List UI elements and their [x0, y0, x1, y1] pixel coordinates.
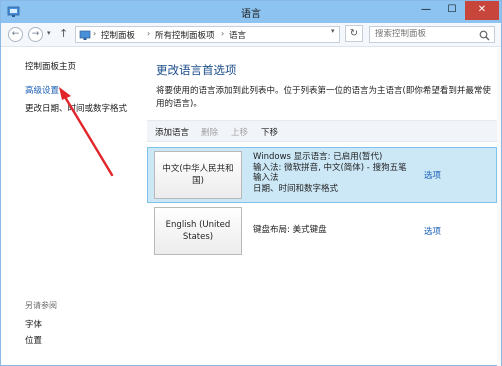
language-row-chinese[interactable]: 中文(中华人民共和国) Windows 显示语言: 已启用(暂代) 输入法: 微… [147, 147, 497, 203]
recent-pages-dropdown[interactable]: ▾ [47, 29, 51, 37]
breadcrumb-separator: › [221, 29, 225, 38]
refresh-button[interactable]: ↻ [345, 25, 363, 42]
address-box[interactable]: › 控制面板 › 所有控制面板项 › 语言 [75, 26, 340, 43]
input-method-info: 输入法: 微软拼音, 中文(简体) - 搜狗五笔 [253, 162, 407, 173]
location-link[interactable]: 位置 [25, 334, 42, 346]
breadcrumb-separator: › [147, 29, 151, 38]
maximize-button[interactable]: ☐ [439, 1, 465, 20]
breadcrumb-all-items[interactable]: 所有控制面板项 [155, 29, 215, 41]
display-language-status: Windows 显示语言: 已启用(暂代) [253, 152, 383, 162]
language-row-english[interactable]: English (United States) 键盘布局: 美式键盘 选项 [147, 203, 497, 259]
breadcrumb-separator: › [93, 29, 97, 38]
control-panel-window: 语言 — ☐ ✕ ← → ▾ ↑ › 控制面板 › 所有控制面板项 › 语言 ▾… [0, 0, 502, 366]
up-button[interactable]: ↑ [59, 27, 68, 40]
move-up-button[interactable]: 上移 [231, 126, 248, 138]
back-button[interactable]: ← [8, 27, 23, 42]
options-link[interactable]: 选项 [424, 225, 441, 237]
control-panel-home-link[interactable]: 控制面板主页 [25, 60, 76, 72]
title-bar[interactable]: 语言 — ☐ ✕ [1, 1, 501, 23]
page-description: 将要使用的语言添加到此列表中。位于列表第一位的语言为主语言(即你希望看到并最常使… [156, 86, 491, 109]
language-details: 键盘布局: 美式键盘 [253, 225, 327, 236]
page-title: 更改语言首选项 [156, 63, 237, 77]
search-box[interactable] [369, 26, 495, 43]
close-button[interactable]: ✕ [465, 1, 499, 20]
window-edge [497, 48, 501, 366]
date-format-info: 日期、时间和数字格式 [253, 183, 339, 194]
keyboard-layout-info: 键盘布局: 美式键盘 [253, 225, 327, 235]
control-panel-icon [79, 30, 91, 40]
language-toolbar: 添加语言 删除 上移 下移 [147, 120, 501, 142]
add-language-button[interactable]: 添加语言 [155, 126, 189, 138]
minimize-button[interactable]: — [413, 1, 439, 20]
options-link[interactable]: 选项 [424, 169, 441, 181]
see-also-heading: 另请参阅 [25, 301, 57, 310]
search-icon [479, 30, 490, 41]
delete-button[interactable]: 删除 [201, 126, 218, 138]
language-details: Windows 显示语言: 已启用(暂代) 输入法: 微软拼音, 中文(简体) … [253, 152, 407, 194]
search-input[interactable] [375, 29, 471, 39]
language-name-tile[interactable]: 中文(中华人民共和国) [154, 151, 242, 199]
advanced-settings-link[interactable]: 高级设置 [25, 84, 59, 96]
annotation-arrow-icon [59, 87, 114, 177]
language-name-tile[interactable]: English (United States) [154, 207, 242, 255]
address-dropdown[interactable]: ▾ [331, 27, 335, 35]
fonts-link[interactable]: 字体 [25, 318, 42, 330]
forward-button[interactable]: → [28, 27, 43, 42]
breadcrumb-control-panel[interactable]: 控制面板 [101, 29, 135, 41]
move-down-button[interactable]: 下移 [261, 126, 278, 138]
input-method-label: 输入法 [253, 173, 279, 183]
address-toolbar: ← → ▾ ↑ › 控制面板 › 所有控制面板项 › 语言 ▾ ↻ [1, 23, 501, 47]
breadcrumb-language[interactable]: 语言 [229, 29, 246, 41]
